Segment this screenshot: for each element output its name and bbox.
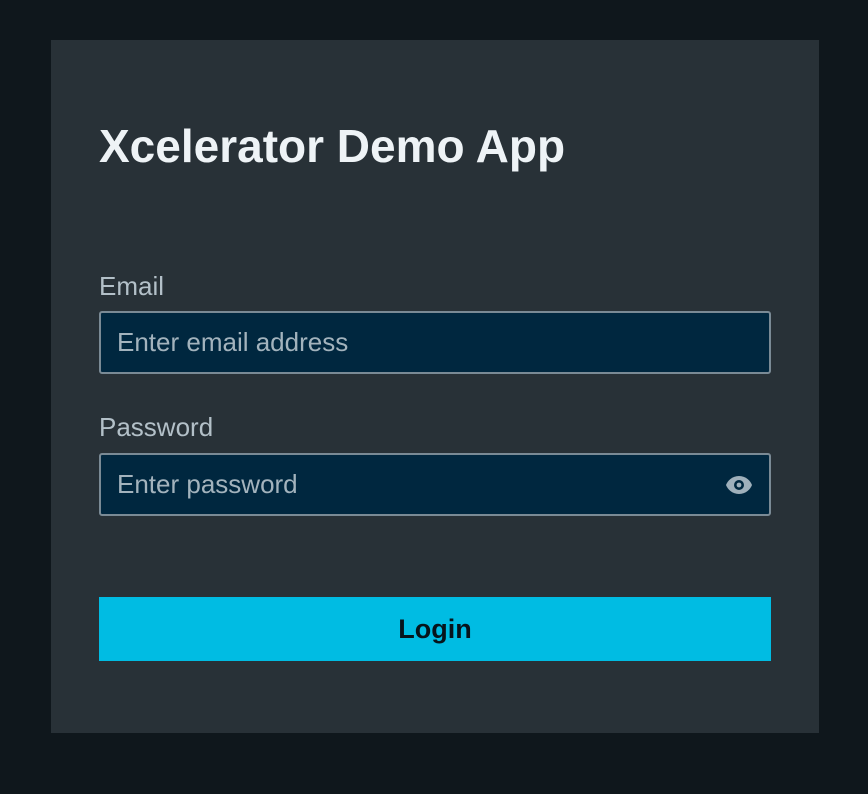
email-field[interactable] [99, 311, 771, 374]
login-button[interactable]: Login [99, 597, 771, 661]
app-title: Xcelerator Demo App [99, 120, 566, 172]
password-field[interactable] [99, 453, 771, 516]
eye-icon[interactable] [725, 474, 753, 496]
email-input[interactable] [101, 313, 769, 372]
email-label: Email [99, 271, 165, 301]
password-input[interactable] [101, 455, 769, 514]
login-card: Xcelerator Demo App Email Password Login [51, 40, 819, 733]
password-label: Password [99, 412, 214, 442]
